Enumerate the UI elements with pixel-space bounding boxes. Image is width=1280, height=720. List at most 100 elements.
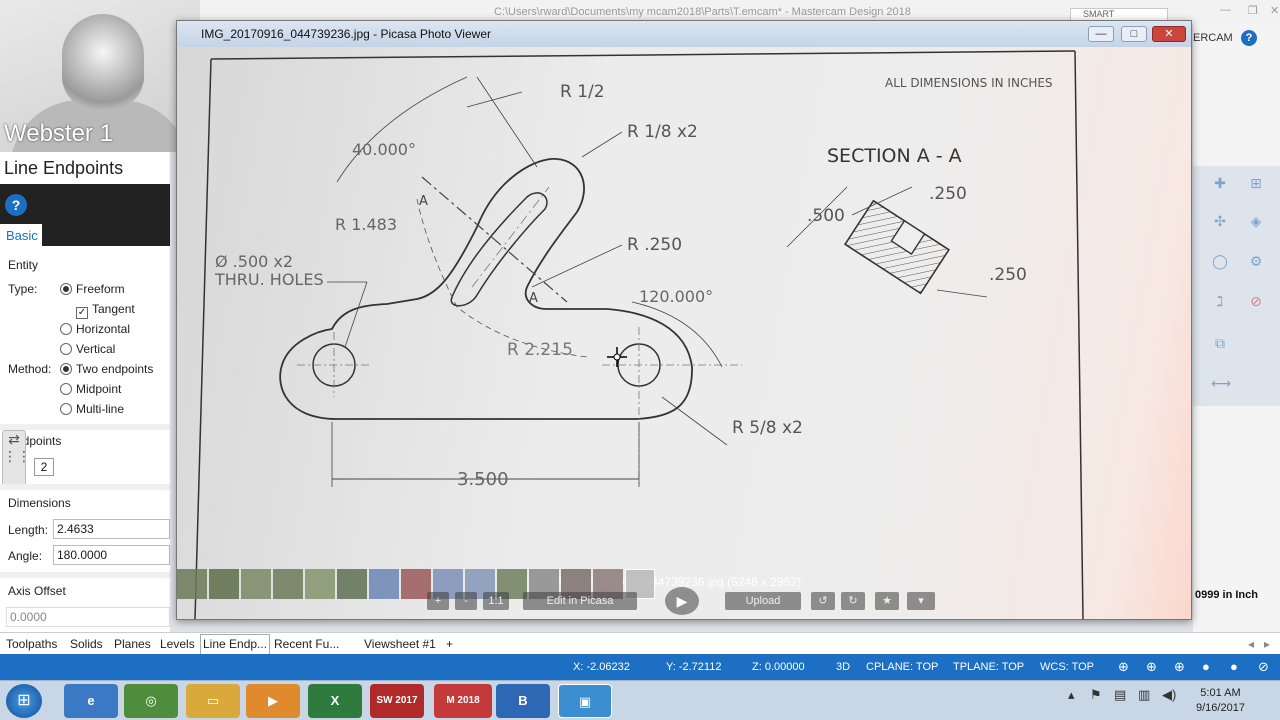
no-entry-icon[interactable]: ⊘ — [1258, 659, 1269, 675]
maximize-icon[interactable]: □ — [1121, 26, 1147, 42]
line-endpoints-panel: Line Endpoints ? Basic Entity Type: Free… — [0, 152, 170, 632]
grid-icon[interactable]: ⊞ — [1247, 174, 1265, 192]
section-view — [843, 199, 951, 295]
b-app-icon[interactable]: B — [496, 684, 550, 718]
close-icon[interactable]: ✕ — [1270, 4, 1279, 17]
tab-viewsheet-1[interactable]: Viewsheet #1 — [364, 637, 436, 651]
tab-levels[interactable]: Levels — [160, 637, 195, 651]
close-icon[interactable]: ✕ — [1152, 26, 1186, 42]
zoom-in-button[interactable]: + — [427, 592, 449, 610]
ribbon-label: ERCAM — [1193, 32, 1233, 44]
cube-icon[interactable]: ⧉ — [1211, 334, 1229, 352]
start-button-icon[interactable]: ⊞ — [6, 684, 42, 718]
type-horizontal-radio[interactable]: Horizontal — [60, 322, 130, 336]
restore-icon[interactable]: ❐ — [1248, 4, 1258, 17]
section-marker-a: A — [529, 291, 538, 306]
star-icon[interactable]: ★ — [875, 592, 899, 610]
tab-toolpaths[interactable]: Toolpaths — [6, 637, 57, 651]
rotate-left-icon[interactable]: ↺ — [811, 592, 835, 610]
mastercam-icon[interactable]: M 2018 — [434, 684, 492, 718]
system-clock[interactable]: 5:01 AM 9/16/2017 — [1196, 686, 1245, 716]
snap-icon[interactable]: ✣ — [1211, 212, 1229, 230]
mastercam-right-pane: ERCAM ? ✚ ⊞ ✣ ◈ ◯ ⚙ ℷ ⊘ ⧉ ⟷ 0999 in Inch — [1193, 24, 1280, 636]
circle-icon[interactable]: ◯ — [1211, 252, 1229, 270]
tab-solids[interactable]: Solids — [70, 637, 103, 651]
globe-icon[interactable]: ⊕ — [1118, 659, 1129, 675]
edit-in-picasa-button[interactable]: Edit in Picasa — [523, 592, 637, 610]
dim-r-half: R 1/2 — [560, 82, 605, 102]
internet-explorer-icon[interactable]: e — [64, 684, 118, 718]
help-icon[interactable]: ? — [5, 194, 27, 216]
type-label: Type: — [8, 282, 38, 296]
dimension-icon[interactable]: ⟷ — [1211, 374, 1231, 392]
engineering-drawing: ALL DIMENSIONS IN INCHES SECTION A - A R… — [194, 50, 1084, 619]
volume-icon[interactable]: ◀) — [1162, 687, 1176, 703]
picasa-titlebar[interactable]: IMG_20170916_044739236.jpg - Picasa Phot… — [177, 21, 1191, 47]
status-y-coordinate: Y: -2.72112 — [666, 661, 722, 673]
tab-line-endpoints[interactable]: Line Endp... — [200, 634, 271, 655]
actual-size-button[interactable]: 1:1 — [483, 592, 509, 610]
section-dimension-line — [936, 289, 988, 298]
webcam-name: Webster 1 — [4, 120, 113, 147]
photo-canvas[interactable]: ALL DIMENSIONS IN INCHES SECTION A - A R… — [177, 47, 1191, 619]
picasa-icon[interactable]: ▣ — [558, 684, 612, 718]
angle-field[interactable]: 180.0000 — [53, 545, 170, 565]
length-field[interactable]: 2.4633 — [53, 519, 170, 539]
type-freeform-radio[interactable]: Freeform — [60, 282, 125, 296]
chrome-icon[interactable]: ◎ — [124, 684, 178, 718]
tab-planes[interactable]: Planes — [114, 637, 151, 651]
tab-recent-functions[interactable]: Recent Fu... — [274, 637, 339, 651]
picasa-title: IMG_20170916_044739236.jpg - Picasa Phot… — [201, 27, 491, 41]
layers-icon[interactable]: ◈ — [1247, 212, 1265, 230]
panel-gripper-handle[interactable]: ⇄ ⋮⋮ — [2, 430, 31, 486]
picasa-controls: + - 1:1 Edit in Picasa ▶ Upload ↺ ↻ ★ ▾ — [177, 587, 1191, 615]
globe-icon[interactable]: ⊕ — [1174, 659, 1185, 675]
dim-r-250: R .250 — [627, 235, 682, 255]
curve-icon[interactable]: ℷ — [1211, 292, 1229, 310]
minimize-icon[interactable]: — — [1220, 4, 1231, 16]
globe-icon[interactable]: ⊕ — [1146, 659, 1157, 675]
clock-time: 5:01 AM — [1200, 687, 1241, 699]
help-icon[interactable]: ? — [1241, 30, 1257, 46]
minimize-icon[interactable]: — — [1088, 26, 1114, 42]
endpoint-number-button[interactable]: 2 — [34, 458, 54, 476]
settings-icon[interactable]: ⚙ — [1247, 252, 1265, 270]
excel-icon[interactable]: X — [308, 684, 362, 718]
status-cplane[interactable]: CPLANE: TOP — [866, 661, 938, 673]
leader-line — [661, 396, 728, 446]
add-viewsheet-button[interactable]: + — [446, 637, 453, 651]
radio-icon — [60, 403, 72, 415]
play-slideshow-icon[interactable]: ▶ — [665, 587, 699, 615]
scroll-right-icon[interactable]: ▸ — [1264, 637, 1270, 651]
method-label: Method: — [8, 362, 52, 376]
zoom-out-button[interactable]: - — [455, 592, 477, 610]
network-icon[interactable]: ▥ — [1138, 687, 1150, 703]
more-menu-icon[interactable]: ▾ — [907, 592, 935, 610]
method-multiline-radio[interactable]: Multi-line — [60, 402, 124, 416]
quick-toolbar: ✚ ⊞ ✣ ◈ ◯ ⚙ ℷ ⊘ ⧉ ⟷ — [1193, 166, 1280, 406]
device-icon[interactable]: ▤ — [1114, 687, 1126, 703]
status-3d-toggle[interactable]: 3D — [836, 661, 850, 673]
no-entry-icon[interactable]: ⊘ — [1247, 292, 1265, 310]
sphere-icon[interactable]: ● — [1202, 659, 1210, 674]
method-two-endpoints-radio[interactable]: Two endpoints — [60, 362, 153, 376]
method-midpoint-radio[interactable]: Midpoint — [60, 382, 121, 396]
tab-basic[interactable]: Basic — [0, 224, 42, 246]
type-vertical-radio[interactable]: Vertical — [60, 342, 115, 356]
folder-icon[interactable]: ▭ — [186, 684, 240, 718]
upload-button[interactable]: Upload — [725, 592, 801, 610]
flag-icon[interactable]: ⚑ — [1090, 687, 1102, 703]
media-player-icon[interactable]: ▶ — [246, 684, 300, 718]
clock-date: 9/16/2017 — [1196, 702, 1245, 714]
add-icon[interactable]: ✚ — [1211, 174, 1229, 192]
axis-offset-field[interactable]: 0.0000 — [6, 607, 170, 627]
tangent-checkbox[interactable]: ✓ Tangent — [76, 302, 135, 319]
webcam-overlay: Webster 1 — [0, 0, 200, 152]
rotate-right-icon[interactable]: ↻ — [841, 592, 865, 610]
show-hidden-icons-icon[interactable]: ▴ — [1068, 687, 1075, 703]
status-wcs[interactable]: WCS: TOP — [1040, 661, 1094, 673]
status-tplane[interactable]: TPLANE: TOP — [953, 661, 1024, 673]
solidworks-icon[interactable]: SW 2017 — [370, 684, 424, 718]
sphere-icon[interactable]: ● — [1230, 659, 1238, 674]
scroll-left-icon[interactable]: ◂ — [1248, 637, 1254, 651]
